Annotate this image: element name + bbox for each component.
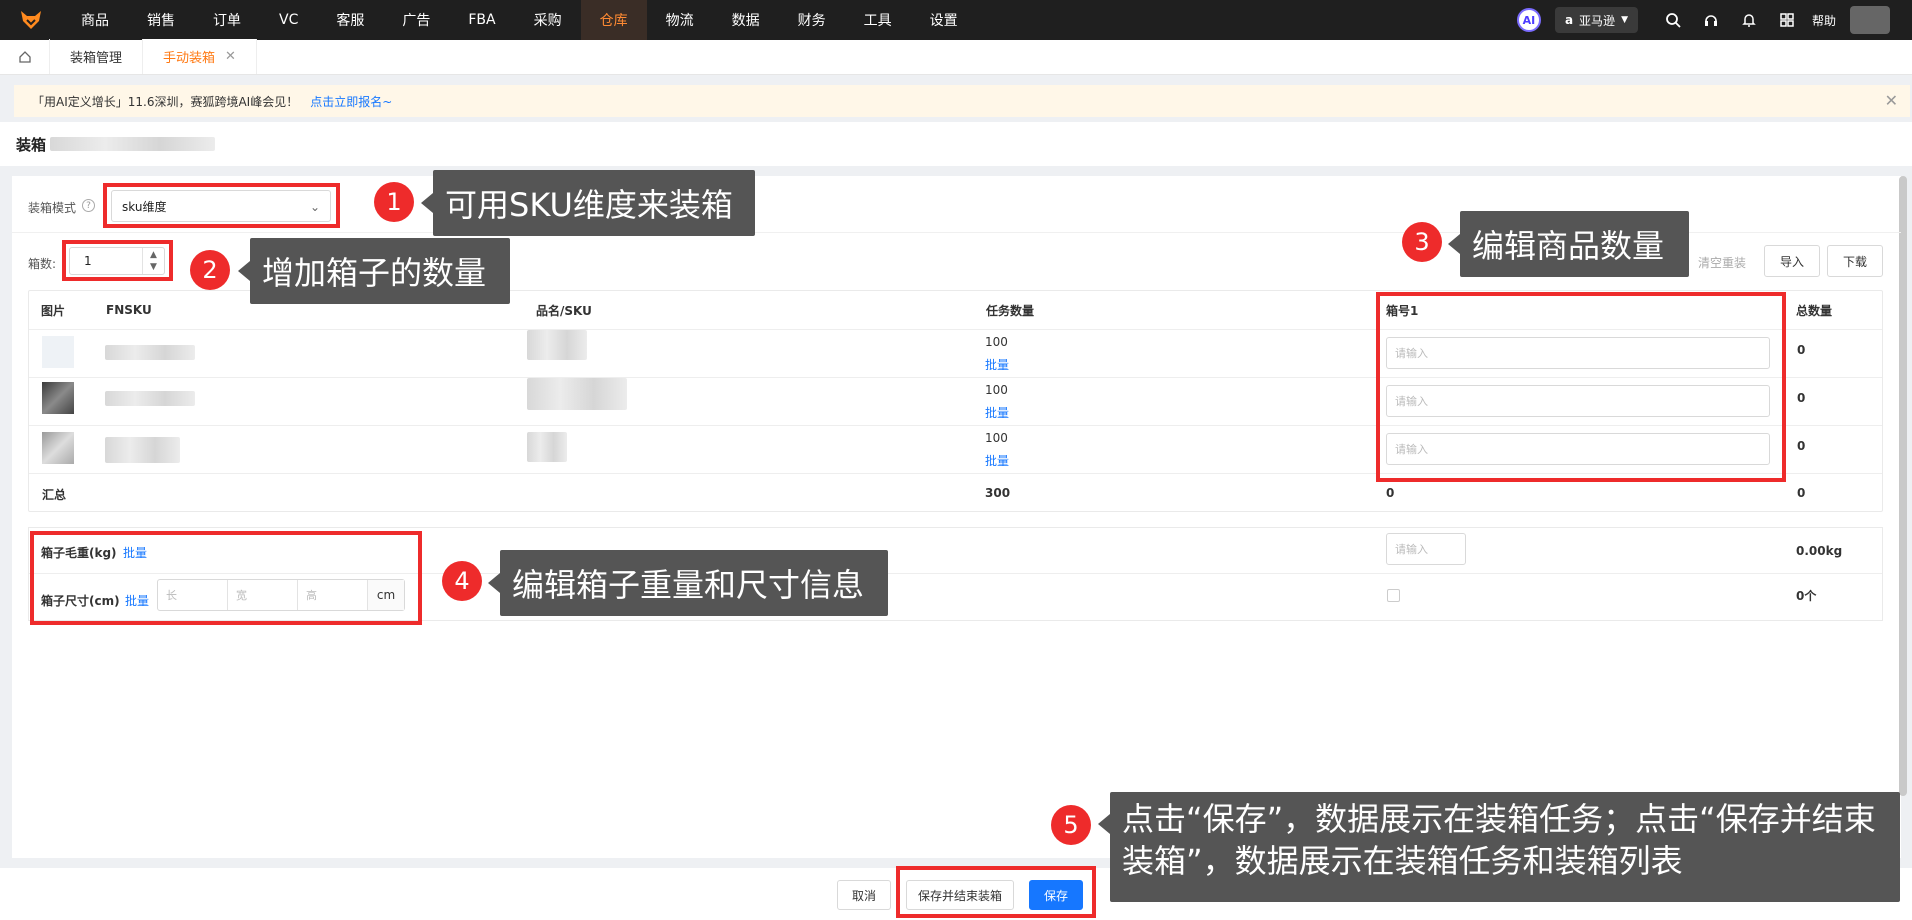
redacted-product-name — [527, 330, 587, 360]
nav-item[interactable]: 商品 — [62, 0, 128, 40]
weight-total: 0.00kg — [1796, 544, 1843, 558]
scrollbar[interactable] — [1899, 176, 1907, 796]
summary-box1: 0 — [1386, 486, 1395, 500]
help-link[interactable]: 帮助 — [1812, 12, 1836, 29]
annotation-callout: 可用SKU维度来装箱 — [421, 170, 755, 236]
product-thumbnail[interactable] — [42, 432, 74, 464]
box-checkbox[interactable] — [1387, 589, 1400, 602]
announcement-text: 「用AI定义增长」11.6深圳，赛狐跨境AI峰会见！ — [32, 94, 299, 109]
product-thumbnail[interactable] — [42, 382, 74, 414]
product-thumbnail[interactable] — [42, 336, 74, 368]
annotation-callout: 点击“保存”，数据展示在装箱任务；点击“保存并结束装箱”，数据展示在装箱任务和装… — [1098, 792, 1900, 902]
task-qty: 100 — [985, 383, 1008, 397]
close-icon[interactable]: ✕ — [1885, 91, 1898, 110]
download-button[interactable]: 下载 — [1827, 245, 1883, 277]
cancel-button[interactable]: 取消 — [837, 880, 891, 910]
summary-task-qty: 300 — [985, 486, 1011, 500]
box-weight-input[interactable]: 请输入 — [1386, 533, 1466, 565]
col-header-name-sku: 品名/SKU — [536, 303, 592, 318]
headset-icon[interactable] — [1692, 0, 1730, 40]
apps-grid-icon[interactable] — [1768, 0, 1806, 40]
annotation-marker: 3 — [1402, 222, 1442, 262]
annotation-callout: 编辑箱子重量和尺寸信息 — [488, 550, 888, 616]
tab-label: 手动装箱 — [163, 51, 216, 66]
ai-assistant-icon[interactable]: AI — [1516, 8, 1541, 32]
annotation-highlight — [30, 531, 422, 625]
clear-repack-link[interactable]: 清空重装 — [1698, 254, 1746, 271]
annotation-callout: 编辑商品数量 — [1448, 211, 1689, 277]
annotation-marker: 2 — [190, 250, 230, 290]
box-count-label: 箱数: — [28, 257, 57, 271]
page-tabs: 装箱管理 手动装箱 ✕ — [0, 39, 1912, 75]
bell-icon[interactable] — [1730, 0, 1768, 40]
redacted-fnsku — [105, 345, 195, 360]
home-icon[interactable] — [0, 39, 50, 74]
page-header: 装箱 — [0, 122, 1912, 166]
redacted-product-name — [527, 378, 627, 410]
mode-label: 装箱模式 — [28, 201, 77, 215]
annotation-marker: 1 — [374, 182, 414, 222]
nav-item[interactable]: VC — [260, 0, 317, 40]
fox-logo-icon[interactable] — [0, 0, 62, 40]
tab-manual-packing[interactable]: 手动装箱 ✕ — [143, 39, 257, 74]
batch-link[interactable]: 批量 — [985, 356, 1009, 373]
nav-item[interactable]: 财务 — [779, 0, 845, 40]
store-label: 亚马逊 — [1579, 13, 1616, 28]
nav-item[interactable]: 设置 — [911, 0, 977, 40]
col-header-total: 总数量 — [1796, 303, 1833, 318]
tab-label: 装箱管理 — [70, 51, 123, 66]
nav-item[interactable]: 工具 — [845, 0, 911, 40]
annotation-highlight — [103, 183, 340, 228]
summary-total: 0 — [1797, 486, 1806, 500]
nav-item[interactable]: 数据 — [713, 0, 779, 40]
row-total: 0 — [1797, 391, 1806, 405]
redacted-fnsku — [105, 437, 180, 463]
help-circle-icon[interactable]: ? — [82, 199, 95, 212]
nav-item[interactable]: 订单 — [194, 0, 260, 40]
nav-item[interactable]: FBA — [449, 0, 514, 40]
page-title: 装箱 — [16, 135, 47, 154]
user-avatar[interactable] — [1850, 6, 1890, 34]
task-qty: 100 — [985, 335, 1008, 349]
size-total: 0个 — [1796, 589, 1817, 603]
caret-down-icon: ▼ — [1621, 15, 1628, 25]
annotation-highlight — [1376, 292, 1786, 482]
nav-item[interactable]: 采购 — [515, 0, 581, 40]
import-button[interactable]: 导入 — [1764, 245, 1820, 277]
annotation-highlight — [62, 240, 173, 281]
top-nav: 商品 销售 订单 VC 客服 广告 FBA 采购 仓库 物流 数据 财务 工具 设置 AI a 亚马逊 ▼… — [0, 0, 1912, 40]
announcement-banner: 「用AI定义增长」11.6深圳，赛狐跨境AI峰会见！ 点击立即报名~ ✕ — [14, 85, 1910, 117]
amazon-icon: a — [1564, 13, 1574, 27]
summary-label: 汇总 — [42, 488, 67, 502]
batch-link[interactable]: 批量 — [985, 404, 1009, 421]
redacted-product-name — [527, 432, 567, 462]
store-selector[interactable]: a 亚马逊 ▼ — [1554, 7, 1638, 33]
search-icon[interactable] — [1654, 0, 1692, 40]
close-tab-icon[interactable]: ✕ — [225, 49, 236, 64]
batch-link[interactable]: 批量 — [985, 452, 1009, 469]
nav-item[interactable]: 客服 — [317, 0, 383, 40]
row-total: 0 — [1797, 439, 1806, 453]
col-header-image: 图片 — [41, 303, 66, 318]
nav-item[interactable]: 广告 — [383, 0, 449, 40]
col-header-task-qty: 任务数量 — [986, 303, 1035, 318]
nav-item[interactable]: 销售 — [128, 0, 194, 40]
annotation-callout: 增加箱子的数量 — [238, 238, 510, 304]
row-total: 0 — [1797, 343, 1806, 357]
tab-packing-management[interactable]: 装箱管理 — [50, 39, 144, 74]
annotation-highlight — [896, 866, 1096, 918]
annotation-marker: 4 — [442, 561, 482, 601]
redacted-fnsku — [105, 391, 195, 406]
announcement-link[interactable]: 点击立即报名~ — [310, 93, 392, 110]
redacted-id — [50, 137, 216, 151]
col-header-fnsku: FNSKU — [106, 303, 152, 317]
nav-item[interactable]: 物流 — [647, 0, 713, 40]
nav-item[interactable]: 仓库 — [580, 0, 647, 40]
task-qty: 100 — [985, 431, 1008, 445]
annotation-marker: 5 — [1051, 805, 1091, 845]
